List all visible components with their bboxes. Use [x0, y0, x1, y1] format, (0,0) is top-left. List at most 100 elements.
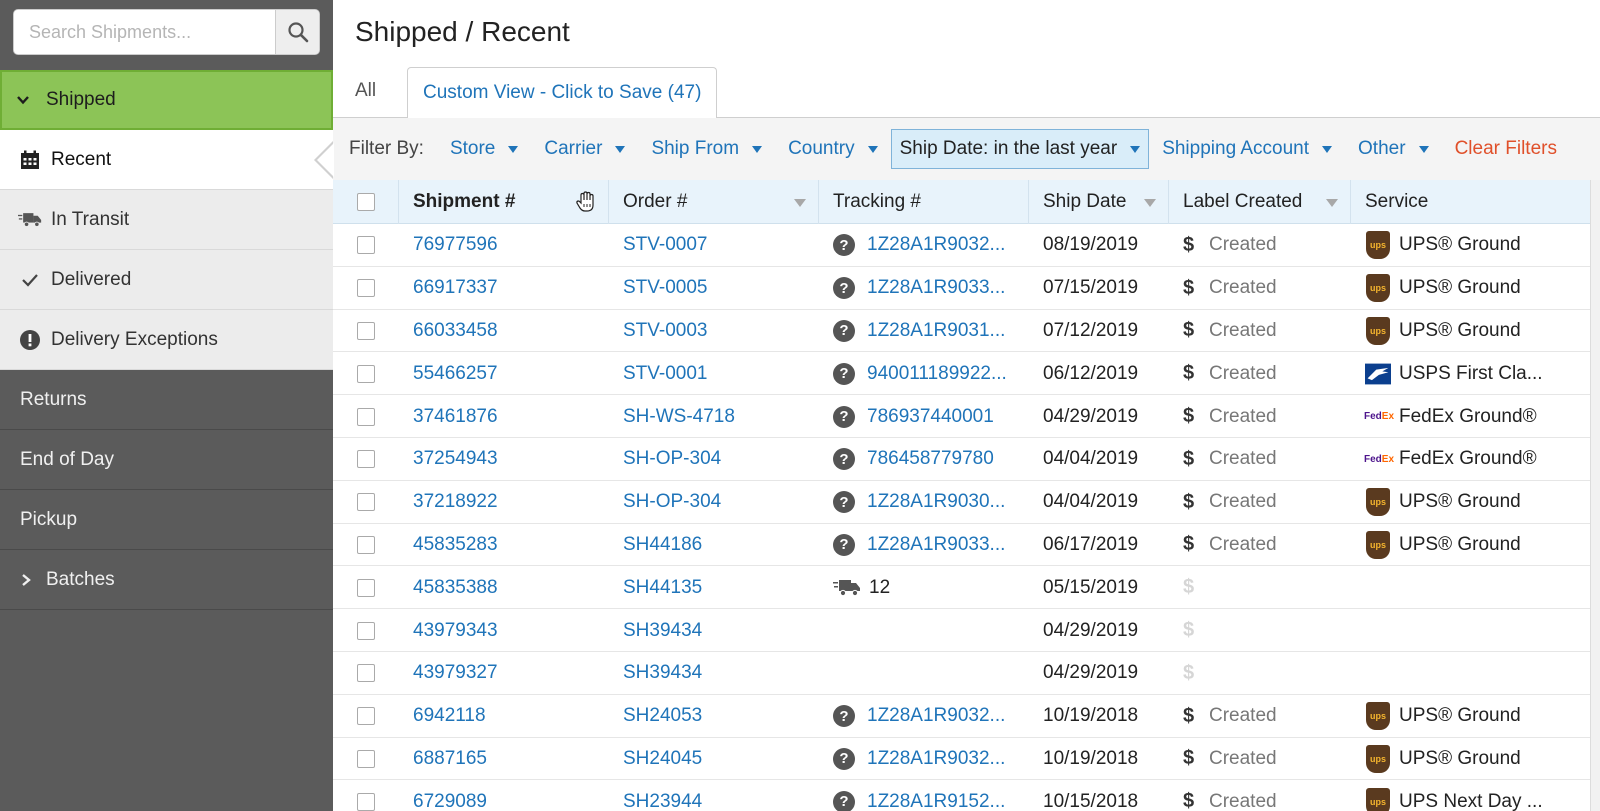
table-row[interactable]: 45835283 SH44186? 1Z28A1R9033... 06/17/2019…: [333, 523, 1600, 567]
tracking-number[interactable]: 1Z28A1R9033...: [867, 534, 1005, 556]
sidebar-item-returns[interactable]: Returns: [0, 370, 333, 430]
row-checkbox[interactable]: [357, 279, 375, 298]
table-row[interactable]: 6942118 SH24053? 1Z28A1R9032... 10/19/2018 $…: [333, 694, 1600, 738]
table-row[interactable]: 66033458 STV-0003? 1Z28A1R9031... 07/12/201…: [333, 309, 1600, 353]
tracking-number[interactable]: 1Z28A1R9030...: [867, 491, 1005, 513]
row-checkbox[interactable]: [357, 407, 375, 426]
shipment-link[interactable]: 66917337: [413, 277, 498, 299]
row-checkbox[interactable]: [357, 621, 375, 640]
order-link[interactable]: SH44186: [623, 534, 702, 556]
sidebar-item-end-of-day[interactable]: End of Day: [0, 430, 333, 490]
shipment-link[interactable]: 55466257: [413, 363, 498, 385]
filter-carrier[interactable]: Carrier: [544, 138, 626, 160]
question-icon[interactable]: ?: [833, 790, 855, 811]
order-link[interactable]: SH-OP-304: [623, 448, 721, 470]
order-link[interactable]: STV-0005: [623, 277, 708, 299]
question-icon[interactable]: ?: [833, 319, 855, 342]
question-icon[interactable]: ?: [833, 277, 855, 300]
tracking-number[interactable]: 1Z28A1R9032...: [867, 748, 1005, 770]
filter-other[interactable]: Other: [1358, 138, 1429, 160]
search-input[interactable]: [14, 10, 276, 54]
row-checkbox[interactable]: [357, 236, 375, 255]
table-row[interactable]: 37254943 SH-OP-304? 786458779780 04/04/2019…: [333, 437, 1600, 481]
column-header-ship-date[interactable]: Ship Date: [1029, 180, 1169, 224]
shipment-link[interactable]: 43979327: [413, 662, 498, 684]
filter-store[interactable]: Store: [450, 138, 519, 160]
shipment-link[interactable]: 45835283: [413, 534, 498, 556]
order-link[interactable]: SH24045: [623, 748, 702, 770]
column-header-label-created[interactable]: Label Created: [1169, 180, 1351, 224]
clear-filters-link[interactable]: Clear Filters: [1455, 138, 1557, 160]
sidebar-item-shipped[interactable]: Shipped: [0, 70, 333, 130]
question-icon[interactable]: ?: [833, 491, 855, 514]
table-row[interactable]: 43979343 SH39434 04/29/2019 $: [333, 609, 1600, 652]
question-icon[interactable]: ?: [833, 234, 855, 257]
filter-ship-from[interactable]: Ship From: [651, 138, 763, 160]
shipment-link[interactable]: 43979343: [413, 620, 498, 642]
row-checkbox[interactable]: [357, 578, 375, 597]
table-row[interactable]: 45835388 SH44135 12 05/15/2019 $: [333, 566, 1600, 610]
table-row[interactable]: 76977596 STV-0007? 1Z28A1R9032... 08/19/201…: [333, 224, 1600, 267]
row-checkbox[interactable]: [357, 493, 375, 512]
order-link[interactable]: SH-OP-304: [623, 491, 721, 513]
table-row[interactable]: 37218922 SH-OP-304? 1Z28A1R9030... 04/04/20…: [333, 480, 1600, 524]
tracking-number[interactable]: 1Z28A1R9031...: [867, 320, 1005, 342]
shipment-link[interactable]: 37254943: [413, 448, 498, 470]
filter-country[interactable]: Country: [788, 138, 878, 160]
tracking-number[interactable]: 1Z28A1R9032...: [867, 234, 1005, 256]
sidebar-item-delivery-exceptions[interactable]: Delivery Exceptions: [0, 310, 333, 370]
tab-all[interactable]: All: [355, 80, 376, 102]
shipment-link[interactable]: 66033458: [413, 320, 498, 342]
sidebar-item-delivered[interactable]: Delivered: [0, 250, 333, 310]
column-header-service[interactable]: Service: [1351, 180, 1600, 224]
row-checkbox[interactable]: [357, 535, 375, 554]
tracking-number[interactable]: 1Z28A1R9152...: [867, 791, 1005, 811]
column-header-tracking[interactable]: Tracking #: [819, 180, 1029, 224]
table-row[interactable]: 37461876 SH-WS-4718? 786937440001 04/29/201…: [333, 395, 1600, 438]
column-header-order[interactable]: Order #: [609, 180, 819, 224]
order-link[interactable]: STV-0001: [623, 363, 708, 385]
column-header-shipment[interactable]: Shipment #: [399, 180, 609, 224]
row-checkbox[interactable]: [357, 749, 375, 768]
order-link[interactable]: SH44135: [623, 577, 702, 599]
row-checkbox[interactable]: [357, 450, 375, 469]
order-link[interactable]: SH24053: [623, 705, 702, 727]
sidebar-item-pickup[interactable]: Pickup: [0, 490, 333, 550]
shipment-link[interactable]: 45835388: [413, 577, 498, 599]
question-icon[interactable]: ?: [833, 705, 855, 728]
order-link[interactable]: STV-0003: [623, 320, 708, 342]
order-link[interactable]: STV-0007: [623, 234, 708, 256]
table-row[interactable]: 6887165 SH24045? 1Z28A1R9032... 10/19/2018 $…: [333, 737, 1600, 781]
order-link[interactable]: SH23944: [623, 791, 702, 811]
shipment-link[interactable]: 76977596: [413, 234, 498, 256]
tracking-number[interactable]: 1Z28A1R9033...: [867, 277, 1005, 299]
row-checkbox[interactable]: [357, 792, 375, 811]
order-link[interactable]: SH-WS-4718: [623, 406, 735, 428]
shipment-link[interactable]: 37218922: [413, 491, 498, 513]
table-row[interactable]: 66917337 STV-0005? 1Z28A1R9033... 07/15/201…: [333, 266, 1600, 310]
tracking-number[interactable]: 1Z28A1R9032...: [867, 705, 1005, 727]
row-checkbox[interactable]: [357, 321, 375, 340]
question-icon[interactable]: ?: [833, 747, 855, 770]
order-link[interactable]: SH39434: [623, 620, 702, 642]
select-all-checkbox[interactable]: [356, 193, 375, 211]
shipment-link[interactable]: 6729089: [413, 791, 487, 811]
row-checkbox[interactable]: [357, 364, 375, 383]
row-checkbox[interactable]: [357, 707, 375, 726]
table-row[interactable]: 6729089 SH23944? 1Z28A1R9152... 10/15/2018 $…: [333, 780, 1600, 811]
filter-ship-date[interactable]: Ship Date: in the last year: [890, 129, 1150, 169]
search-button[interactable]: [275, 10, 319, 54]
order-link[interactable]: SH39434: [623, 662, 702, 684]
shipment-link[interactable]: 37461876: [413, 406, 498, 428]
tab-custom-view[interactable]: Custom View - Click to Save (47): [407, 67, 718, 119]
tracking-number[interactable]: 786937440001: [867, 406, 994, 428]
question-icon[interactable]: ?: [833, 405, 855, 428]
table-row[interactable]: 55466257 STV-0001? 940011189922... 06/12/20…: [333, 352, 1600, 396]
tracking-number[interactable]: 940011189922...: [867, 363, 1007, 385]
tracking-number[interactable]: 786458779780: [867, 448, 994, 470]
question-icon[interactable]: ?: [833, 533, 855, 556]
table-row[interactable]: 43979327 SH39434 04/29/2019 $: [333, 651, 1600, 695]
row-checkbox[interactable]: [357, 664, 375, 683]
sidebar-item-in-transit[interactable]: In Transit: [0, 190, 333, 250]
shipment-link[interactable]: 6942118: [413, 705, 486, 727]
